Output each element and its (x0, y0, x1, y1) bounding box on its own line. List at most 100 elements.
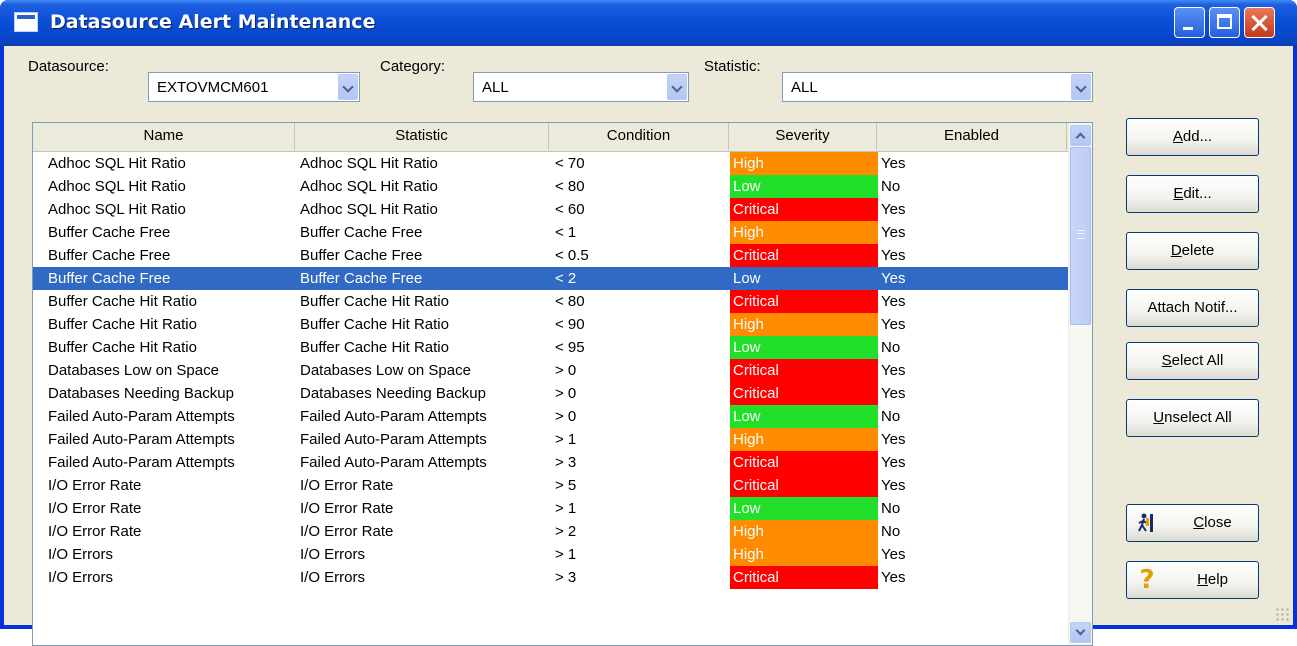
alerts-table[interactable]: Name Statistic Condition Severity Enable… (32, 122, 1093, 646)
cell-enabled: Yes (881, 201, 906, 218)
edit-hotkey: E (1173, 185, 1184, 202)
cell-name: Buffer Cache Hit Ratio (48, 339, 197, 356)
chevron-down-icon[interactable] (338, 74, 358, 100)
dialog-window: Datasource Alert Maintenance Datasource:… (0, 0, 1297, 646)
close-label: lose (1204, 514, 1232, 531)
exit-person-icon (1138, 513, 1153, 532)
select-all-button[interactable]: Select All (1126, 342, 1259, 380)
scroll-thumb[interactable] (1070, 147, 1091, 325)
category-dropdown[interactable]: ALL (473, 72, 689, 102)
edit-label: dit... (1183, 185, 1212, 202)
add-label: dd... (1182, 128, 1213, 145)
cell-statistic: Buffer Cache Hit Ratio (300, 339, 449, 356)
table-row[interactable]: Buffer Cache Hit Ratio Buffer Cache Hit R… (33, 336, 1068, 359)
title-bar[interactable]: Datasource Alert Maintenance (0, 0, 1297, 46)
column-header-statistic[interactable]: Statistic (295, 123, 549, 150)
cell-name: Buffer Cache Hit Ratio (48, 293, 197, 310)
cell-name: Adhoc SQL Hit Ratio (48, 178, 186, 195)
chevron-down-icon[interactable] (1071, 74, 1091, 100)
cell-statistic: Buffer Cache Hit Ratio (300, 293, 449, 310)
chevron-down-icon[interactable] (667, 74, 687, 100)
cell-name: I/O Error Rate (48, 477, 142, 494)
cell-enabled: Yes (881, 293, 906, 310)
table-row[interactable]: I/O Errors I/O Errors > 1 High Yes (33, 543, 1068, 566)
cell-enabled: Yes (881, 224, 906, 241)
cell-statistic: Databases Low on Space (300, 362, 471, 379)
cell-severity: Critical (730, 359, 878, 382)
help-button[interactable]: ? Help (1126, 561, 1259, 599)
table-row[interactable]: Databases Low on Space Databases Low on S… (33, 359, 1068, 382)
cell-severity: Low (730, 405, 878, 428)
cell-statistic: Buffer Cache Free (300, 270, 423, 287)
delete-hotkey: D (1170, 242, 1182, 259)
cell-enabled: Yes (881, 477, 906, 494)
select-all-hotkey: S (1161, 352, 1172, 369)
column-header-condition[interactable]: Condition (549, 123, 729, 150)
table-row[interactable]: I/O Errors I/O Errors > 3 Critical Yes (33, 566, 1068, 589)
table-row[interactable]: Failed Auto-Param Attempts Failed Auto-Pa… (33, 428, 1068, 451)
table-row[interactable]: I/O Error Rate I/O Error Rate > 2 High No (33, 520, 1068, 543)
grip-icon (1077, 230, 1085, 239)
cell-name: I/O Errors (48, 546, 114, 563)
table-row[interactable]: Failed Auto-Param Attempts Failed Auto-Pa… (33, 451, 1068, 474)
cell-statistic: I/O Error Rate (300, 523, 394, 540)
cell-name: Buffer Cache Hit Ratio (48, 316, 197, 333)
cell-name: I/O Error Rate (48, 523, 142, 540)
delete-button[interactable]: Delete (1126, 232, 1259, 270)
table-row[interactable]: Buffer Cache Hit Ratio Buffer Cache Hit R… (33, 290, 1068, 313)
table-row[interactable]: Buffer Cache Hit Ratio Buffer Cache Hit R… (33, 313, 1068, 336)
cell-statistic: Failed Auto-Param Attempts (300, 431, 487, 448)
scroll-up-icon[interactable] (1070, 125, 1091, 146)
table-row[interactable]: Buffer Cache Free Buffer Cache Free < 0.5 C… (33, 244, 1068, 267)
cell-statistic: I/O Errors (300, 546, 366, 563)
datasource-value: EXTOVMCM601 (157, 79, 269, 96)
close-window-button[interactable] (1244, 7, 1275, 38)
scroll-down-icon[interactable] (1070, 622, 1091, 643)
resize-grip-icon[interactable] (1275, 607, 1289, 621)
cell-severity: Critical (730, 244, 878, 267)
attach-notification-button[interactable]: Attach Notif... (1126, 289, 1259, 327)
table-row[interactable]: Buffer Cache Free Buffer Cache Free < 2 Low… (33, 267, 1068, 290)
vertical-scrollbar[interactable] (1068, 123, 1092, 645)
column-header-enabled[interactable]: Enabled (877, 123, 1067, 150)
minimize-button[interactable] (1174, 7, 1205, 38)
delete-label: elete (1181, 242, 1215, 259)
add-button[interactable]: Add... (1126, 118, 1259, 156)
cell-severity: Critical (730, 566, 878, 589)
cell-name: Adhoc SQL Hit Ratio (48, 201, 186, 218)
table-row[interactable]: Failed Auto-Param Attempts Failed Auto-Pa… (33, 405, 1068, 428)
cell-enabled: Yes (881, 316, 906, 333)
cell-severity: Low (733, 270, 761, 287)
cell-enabled: Yes (881, 155, 906, 172)
cell-name: I/O Errors (48, 569, 114, 586)
cell-name: Databases Needing Backup (48, 385, 234, 402)
datasource-dropdown[interactable]: EXTOVMCM601 (148, 72, 360, 102)
statistic-dropdown[interactable]: ALL (782, 72, 1093, 102)
edit-button[interactable]: Edit... (1126, 175, 1259, 213)
cell-condition: > 0 (555, 362, 577, 379)
cell-severity: Low (730, 336, 878, 359)
maximize-button[interactable] (1209, 7, 1240, 38)
table-row[interactable]: Databases Needing Backup Databases Needin… (33, 382, 1068, 405)
column-header-severity[interactable]: Severity (729, 123, 877, 150)
table-row[interactable]: Adhoc SQL Hit Ratio Adhoc SQL Hit Ratio < … (33, 152, 1068, 175)
table-row[interactable]: Adhoc SQL Hit Ratio Adhoc SQL Hit Ratio < … (33, 175, 1068, 198)
table-row[interactable]: Buffer Cache Free Buffer Cache Free < 1 Hig… (33, 221, 1068, 244)
cell-severity: High (730, 520, 878, 543)
cell-severity: Critical (730, 474, 878, 497)
cell-name: Failed Auto-Param Attempts (48, 408, 235, 425)
cell-enabled: Yes (881, 569, 906, 586)
cell-severity: High (730, 313, 878, 336)
column-header-name[interactable]: Name (33, 123, 295, 150)
cell-condition: < 60 (555, 201, 585, 218)
table-row[interactable]: I/O Error Rate I/O Error Rate > 5 Critical Y… (33, 474, 1068, 497)
close-button[interactable]: Close (1126, 504, 1259, 542)
cell-condition: > 1 (555, 500, 577, 517)
table-row[interactable]: Adhoc SQL Hit Ratio Adhoc SQL Hit Ratio < … (33, 198, 1068, 221)
cell-condition: < 0.5 (555, 247, 589, 264)
cell-condition: < 1 (555, 224, 577, 241)
table-row[interactable]: I/O Error Rate I/O Error Rate > 1 Low No (33, 497, 1068, 520)
cell-enabled: No (881, 339, 901, 356)
attach-label: Attach Notif... (1147, 299, 1238, 316)
unselect-all-button[interactable]: Unselect All (1126, 399, 1259, 437)
